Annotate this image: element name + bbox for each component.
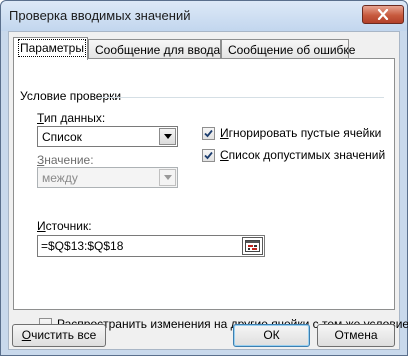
checkmark-icon xyxy=(204,129,213,137)
data-type-label: Тип данных: xyxy=(37,111,106,125)
operator-label: Значение: xyxy=(37,153,94,167)
in-cell-dropdown-checkbox-row[interactable]: Список допустимых значений xyxy=(202,148,385,162)
chevron-down-icon xyxy=(163,134,172,139)
clear-all-button[interactable]: Очистить все xyxy=(12,324,106,347)
cancel-button[interactable]: Отмена xyxy=(317,324,395,347)
title-bar[interactable]: Проверка вводимых значений xyxy=(1,1,407,31)
operator-select[interactable]: между xyxy=(37,167,178,188)
ignore-blank-checkbox[interactable] xyxy=(202,126,215,140)
data-type-value: Список xyxy=(42,130,82,144)
source-field[interactable] xyxy=(37,235,265,257)
ok-button[interactable]: ОК xyxy=(233,324,310,347)
tab-settings[interactable]: Параметры xyxy=(13,37,88,60)
dialog-title: Проверка вводимых значений xyxy=(9,8,191,23)
ignore-blank-checkbox-row[interactable]: Игнорировать пустые ячейки xyxy=(202,126,381,140)
data-type-dropdown-button[interactable] xyxy=(159,128,176,145)
checkmark-icon xyxy=(204,151,213,159)
close-button[interactable] xyxy=(362,5,404,24)
operator-dropdown-button[interactable] xyxy=(159,169,176,186)
data-type-select[interactable]: Список xyxy=(37,126,178,147)
close-icon xyxy=(377,9,389,20)
settings-panel: Условие проверки Тип данных: Список Игно… xyxy=(13,58,408,331)
validation-criteria-heading: Условие проверки xyxy=(20,89,122,103)
tab-error-alert[interactable]: Сообщение об ошибке xyxy=(221,39,355,59)
source-label: Источник: xyxy=(37,219,92,233)
tab-input-message[interactable]: Сообщение для ввода xyxy=(88,39,221,59)
in-cell-dropdown-checkbox[interactable] xyxy=(202,148,215,162)
chevron-down-icon xyxy=(163,175,172,180)
data-validation-dialog: Проверка вводимых значений Параметры Соо… xyxy=(0,0,408,356)
range-select-icon xyxy=(245,240,260,252)
section-divider xyxy=(98,97,384,98)
operator-value: между xyxy=(42,171,78,185)
source-input[interactable] xyxy=(41,238,237,254)
tab-input-message-label: Сообщение для ввода xyxy=(95,43,221,57)
dialog-body: Параметры Сообщение для ввода Сообщение … xyxy=(8,31,408,350)
collapse-dialog-button[interactable] xyxy=(242,237,263,255)
in-cell-dropdown-label: Список допустимых значений xyxy=(220,148,386,162)
ignore-blank-label: Игнорировать пустые ячейки xyxy=(220,126,382,140)
tab-settings-label: Параметры xyxy=(18,39,86,57)
tab-error-alert-label: Сообщение об ошибке xyxy=(228,43,356,57)
